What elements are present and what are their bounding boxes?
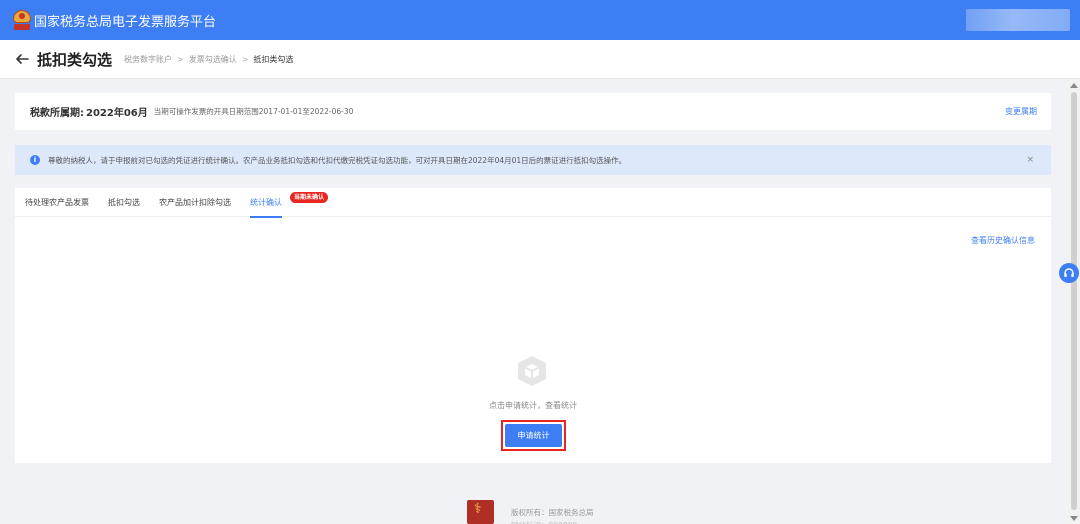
platform-title: 国家税务总局电子发票服务平台: [34, 14, 217, 30]
view-history-link[interactable]: 查看历史确认信息: [971, 235, 1035, 246]
back-arrow-icon[interactable]: [15, 52, 29, 66]
user-info-blurred[interactable]: [966, 9, 1070, 31]
page-titlebar: 抵扣类勾选 税务数字账户 > 发票勾选确认 > 抵扣类勾选: [0, 40, 1080, 79]
tab-bar: 待处理农产品发票 抵扣勾选 农产品加计扣除勾选 统计确认 当期未确认: [15, 188, 1051, 218]
period-label: 税款所属期:: [30, 108, 84, 119]
footer-site-id: 网站标识：000000: [511, 520, 591, 524]
tab-statistics-confirm-label: 统计确认: [250, 197, 282, 207]
empty-hint-text: 点击申请统计，查看统计: [489, 401, 577, 410]
info-icon: i: [30, 155, 40, 165]
period-note: 当期可操作发票的开具日期范围2017-01-01至2022-06-30: [153, 107, 354, 116]
chevron-right-icon: >: [241, 54, 249, 64]
page-scrollbar[interactable]: [1068, 80, 1080, 524]
tab-deduction-select[interactable]: 抵扣勾选: [108, 188, 140, 217]
scroll-up-arrow-icon[interactable]: [1070, 83, 1078, 88]
footer-emblem-logo: [467, 500, 494, 524]
scroll-down-arrow-icon[interactable]: [1070, 516, 1078, 521]
apply-button-highlight: 申请统计: [501, 420, 566, 451]
chevron-right-icon: >: [177, 54, 184, 64]
breadcrumb-item-current: 抵扣类勾选: [253, 54, 294, 64]
page-title: 抵扣类勾选: [37, 50, 113, 69]
breadcrumb-item-account[interactable]: 税务数字账户: [124, 54, 172, 65]
footer-copyright: 版权所有：国家税务总局: [511, 508, 594, 517]
alert-text: 尊敬的纳税人，请于申报前对已勾选的凭证进行统计确认。农产品业务抵扣勾选和代扣代缴…: [48, 155, 627, 165]
scroll-thumb[interactable]: [1071, 92, 1077, 510]
top-header: 国家税务总局电子发票服务平台: [0, 0, 1080, 40]
tab-statistics-confirm[interactable]: 统计确认 当期未确认: [250, 188, 329, 218]
info-alert: i 尊敬的纳税人，请于申报前对已勾选的凭证进行统计确认。农产品业务抵扣勾选和代扣…: [15, 145, 1051, 175]
close-icon[interactable]: ×: [1026, 155, 1034, 165]
tab-pending-agri-invoices[interactable]: 待处理农产品发票: [25, 188, 89, 217]
headset-support-icon[interactable]: [1059, 263, 1079, 283]
apply-statistics-button[interactable]: 申请统计: [505, 424, 562, 447]
change-period-link[interactable]: 变更属期: [1005, 106, 1037, 117]
tax-period-card: 税款所属期: 2022年06月 当期可操作发票的开具日期范围2017-01-01…: [15, 93, 1051, 130]
unconfirmed-badge: 当期未确认: [290, 191, 329, 203]
empty-box-icon: [515, 354, 549, 388]
tax-emblem-logo: [12, 9, 32, 31]
breadcrumb: 税务数字账户 > 发票勾选确认 > 抵扣类勾选: [124, 54, 293, 65]
tab-agri-extra-deduction[interactable]: 农产品加计扣除勾选: [159, 188, 231, 217]
main-card: 待处理农产品发票 抵扣勾选 农产品加计扣除勾选 统计确认 当期未确认 查看历史确…: [15, 188, 1051, 463]
period-value: 2022年06月: [86, 108, 148, 119]
breadcrumb-item-confirm[interactable]: 发票勾选确认: [189, 54, 237, 65]
